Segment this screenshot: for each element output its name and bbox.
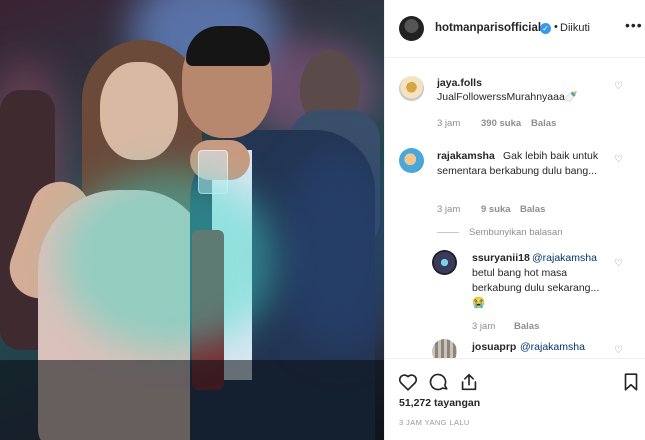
comment-time[interactable]: 3 jam: [437, 118, 460, 129]
separator-dot: •: [554, 21, 558, 33]
comment-like-icon[interactable]: ♡: [614, 154, 623, 165]
comment-username[interactable]: jaya.folls: [437, 77, 482, 89]
heart-icon[interactable]: [397, 371, 419, 393]
post-actions-bar: 51,272 tayangan 3 JAM YANG LALU: [385, 358, 645, 440]
view-count-number: 51,272: [399, 397, 432, 409]
comment-text: JualFollowerssMurahnyaaa🍼: [437, 91, 578, 103]
follow-status-button[interactable]: Diikuti: [560, 22, 590, 34]
comment-like-icon[interactable]: ♡: [614, 81, 623, 92]
bookmark-icon[interactable]: [620, 371, 642, 393]
commenter-avatar[interactable]: [399, 76, 424, 101]
post-timestamp[interactable]: 3 JAM YANG LALU: [399, 418, 470, 427]
comment-likes[interactable]: 390 suka: [481, 118, 521, 129]
reply-username[interactable]: ssuryanii18: [472, 252, 530, 264]
share-icon[interactable]: [458, 371, 480, 393]
replier-avatar[interactable]: [432, 250, 457, 275]
comment-reply-button[interactable]: Balas: [531, 118, 556, 129]
comment-text: Gak lebih baik untuk sementara berkabung…: [437, 150, 599, 177]
post-side-panel: hotmanparisofficial ✓ • Diikuti ••• jaya…: [384, 0, 645, 440]
reply-mention[interactable]: @rajakamsha: [532, 251, 597, 266]
comment-reply-button[interactable]: Balas: [520, 204, 545, 215]
reply-username[interactable]: josuaprp: [472, 341, 516, 353]
reply-mention[interactable]: @rajakamsha: [520, 340, 585, 355]
view-count[interactable]: 51,272 tayangan: [399, 397, 480, 409]
replier-avatar[interactable]: [432, 339, 457, 358]
replies-divider: [437, 232, 459, 233]
reply-like-icon[interactable]: ♡: [614, 258, 623, 269]
verified-badge-icon: ✓: [540, 23, 551, 34]
reply-time[interactable]: 3 jam: [472, 321, 495, 332]
post-header: hotmanparisofficial ✓ • Diikuti •••: [385, 0, 645, 58]
author-username[interactable]: hotmanparisofficial: [435, 22, 541, 34]
reply-text: betul bang hot masa berkabung dulu sekar…: [472, 267, 600, 309]
post-video[interactable]: [0, 0, 384, 440]
comments-list[interactable]: jaya.folls JualFollowerssMurahnyaaa🍼 3 j…: [385, 58, 645, 358]
reply-like-icon[interactable]: ♡: [614, 345, 623, 356]
reply-reply-button[interactable]: Balas: [514, 321, 539, 332]
hide-replies-button[interactable]: Sembunyikan balasan: [469, 227, 562, 238]
view-count-label: tayangan: [434, 397, 481, 409]
author-avatar[interactable]: [399, 16, 424, 41]
commenter-avatar[interactable]: [399, 148, 424, 173]
comment-time[interactable]: 3 jam: [437, 204, 460, 215]
more-options-icon[interactable]: •••: [625, 17, 643, 33]
comment-icon[interactable]: [428, 371, 450, 393]
comment-likes[interactable]: 9 suka: [481, 204, 511, 215]
